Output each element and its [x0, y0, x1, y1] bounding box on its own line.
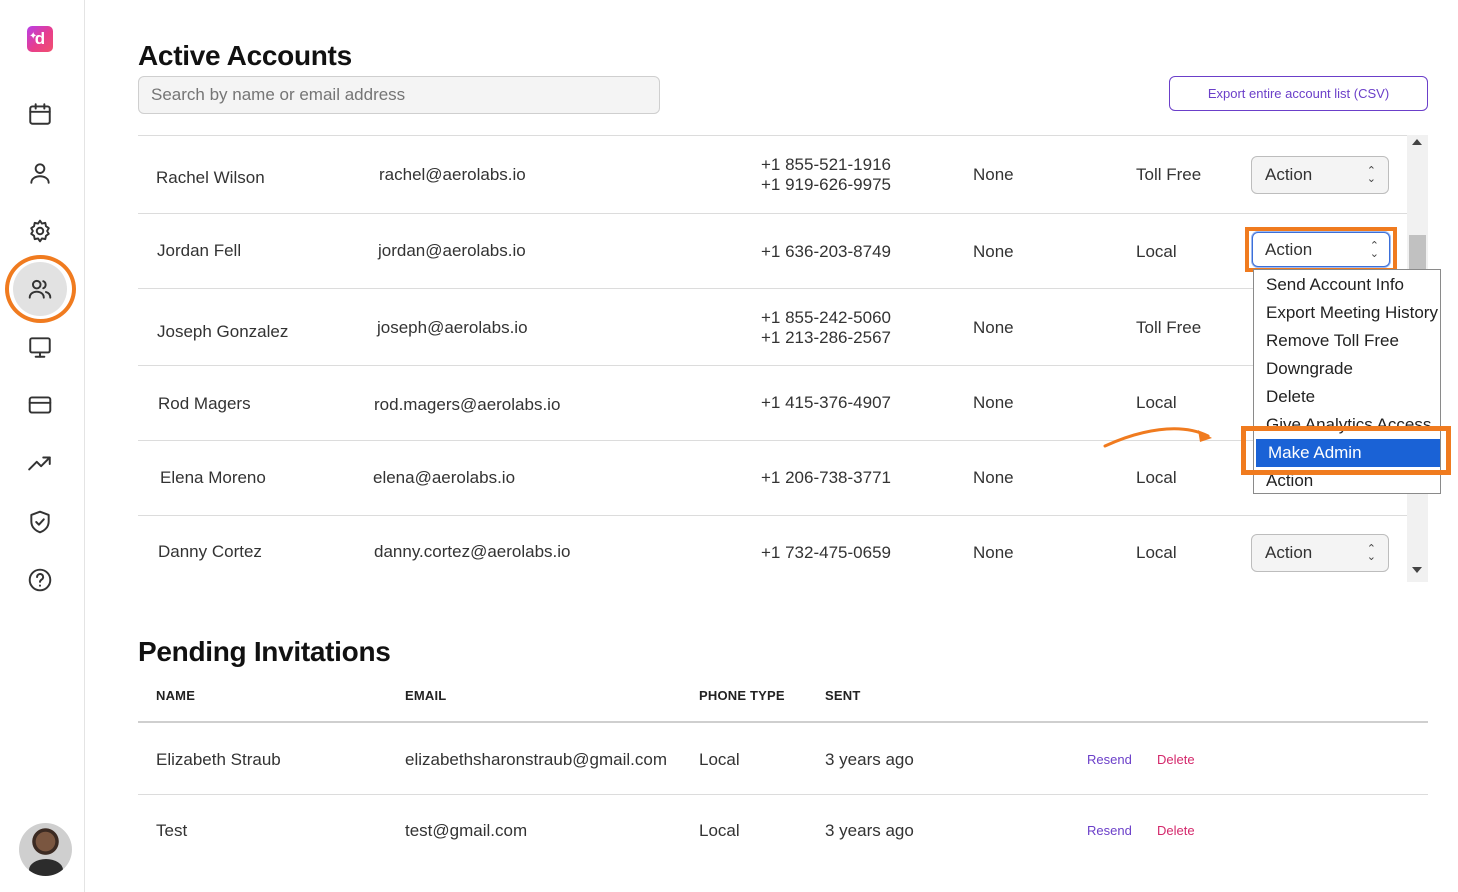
- phone-number: +1 855-242-5060: [761, 308, 891, 327]
- menu-item-remove-toll-free[interactable]: Remove Toll Free: [1254, 327, 1440, 355]
- column-header-phone-type: PHONE TYPE: [699, 688, 785, 703]
- header-divider: [138, 721, 1428, 723]
- account-phone-type: Local: [1136, 242, 1177, 261]
- table-row: Danny Cortez danny.cortez@aerolabs.io +1…: [138, 515, 1408, 582]
- annotation-arrow-icon: [1103, 427, 1212, 448]
- highlight-box-make-admin: [1241, 426, 1451, 475]
- delete-link[interactable]: Delete: [1157, 823, 1195, 838]
- account-name: Joseph Gonzalez: [157, 322, 289, 341]
- invite-name: Elizabeth Straub: [156, 750, 281, 769]
- invite-phone-type: Local: [699, 750, 740, 769]
- scroll-up-icon[interactable]: [1412, 139, 1422, 145]
- action-select-value: Action: [1265, 239, 1313, 259]
- app-logo[interactable]: ✦ d: [27, 26, 53, 52]
- page-title: Active Accounts: [138, 40, 352, 71]
- invite-sent: 3 years ago: [825, 750, 914, 769]
- search-input[interactable]: [138, 76, 660, 114]
- invite-sent: 3 years ago: [825, 821, 914, 840]
- accounts-table: Rachel Wilson rachel@aerolabs.io +1 855-…: [138, 135, 1408, 582]
- export-csv-button[interactable]: Export entire account list (CSV): [1169, 76, 1428, 111]
- menu-item-export-meeting-history[interactable]: Export Meeting History: [1254, 299, 1440, 327]
- invite-phone-type: Local: [699, 821, 740, 840]
- calendar-icon[interactable]: [26, 100, 54, 128]
- action-select[interactable]: Action ⌃ ⌄: [1251, 156, 1389, 194]
- account-phones: +1 855-242-5060 +1 213-286-2567: [761, 308, 891, 348]
- action-select[interactable]: Action ⌃ ⌄: [1251, 534, 1389, 572]
- table-row: Rachel Wilson rachel@aerolabs.io +1 855-…: [138, 135, 1408, 213]
- invite-email: elizabethsharonstraub@gmail.com: [405, 750, 667, 769]
- delete-link[interactable]: Delete: [1157, 752, 1195, 767]
- account-plan: None: [973, 393, 1014, 412]
- account-name: Rod Magers: [158, 394, 251, 413]
- action-select-open[interactable]: Action ⌃ ⌄: [1252, 232, 1390, 267]
- account-email: danny.cortez@aerolabs.io: [374, 542, 571, 561]
- phone-number: +1 919-626-9975: [761, 175, 891, 194]
- action-select-value: Action: [1265, 165, 1313, 184]
- select-arrows-icon: ⌃ ⌄: [1366, 165, 1376, 185]
- account-email: jordan@aerolabs.io: [378, 241, 526, 260]
- shield-check-icon[interactable]: [26, 508, 54, 536]
- resend-link[interactable]: Resend: [1087, 823, 1132, 838]
- phone-number: +1 636-203-8749: [761, 242, 891, 261]
- column-header-name: NAME: [156, 688, 196, 703]
- account-phone-type: Toll Free: [1136, 318, 1202, 337]
- account-phones: +1 855-521-1916 +1 919-626-9975: [761, 155, 891, 195]
- account-phone-type: Toll Free: [1136, 165, 1202, 184]
- scroll-down-icon[interactable]: [1412, 567, 1422, 573]
- account-email: joseph@aerolabs.io: [377, 318, 528, 337]
- column-header-sent: SENT: [825, 688, 861, 703]
- section-title-pending: Pending Invitations: [138, 636, 391, 667]
- account-email: rachel@aerolabs.io: [379, 165, 526, 184]
- phone-number: +1 415-376-4907: [761, 393, 891, 412]
- phone-number: +1 855-521-1916: [761, 155, 891, 174]
- select-arrows-icon: ⌃ ⌄: [1366, 543, 1376, 563]
- phone-number: +1 732-475-0659: [761, 543, 891, 562]
- account-plan: None: [973, 468, 1014, 487]
- help-circle-icon[interactable]: [26, 566, 54, 594]
- table-row: Joseph Gonzalez joseph@aerolabs.io +1 85…: [138, 288, 1408, 365]
- menu-item-downgrade[interactable]: Downgrade: [1254, 355, 1440, 383]
- action-select-value: Action: [1265, 543, 1313, 562]
- row-divider: [138, 794, 1428, 795]
- user-icon[interactable]: [26, 159, 54, 187]
- account-plan: None: [973, 165, 1014, 184]
- trending-up-icon[interactable]: [26, 450, 54, 478]
- phone-number: +1 206-738-3771: [761, 468, 891, 487]
- table-row: Jordan Fell jordan@aerolabs.io +1 636-20…: [138, 213, 1408, 288]
- menu-item-send-account-info[interactable]: Send Account Info: [1254, 271, 1440, 299]
- select-arrows-icon: ⌃ ⌄: [1369, 240, 1379, 260]
- account-plan: None: [973, 543, 1014, 562]
- credit-card-icon[interactable]: [26, 391, 54, 419]
- avatar[interactable]: [19, 823, 72, 876]
- column-header-email: EMAIL: [405, 688, 447, 703]
- account-phone-type: Local: [1136, 468, 1177, 487]
- account-plan: None: [973, 318, 1014, 337]
- account-name: Jordan Fell: [157, 241, 242, 260]
- account-name: Danny Cortez: [158, 542, 262, 561]
- account-plan: None: [973, 242, 1014, 261]
- monitor-icon[interactable]: [26, 333, 54, 361]
- invite-email: test@gmail.com: [405, 821, 528, 840]
- account-phone-type: Local: [1136, 393, 1177, 412]
- logo-spark: ✦: [29, 31, 38, 42]
- sidebar: ✦ d: [0, 0, 85, 892]
- gear-icon[interactable]: [26, 217, 54, 245]
- account-email: elena@aerolabs.io: [373, 468, 516, 487]
- account-phone-type: Local: [1136, 543, 1177, 562]
- account-email: rod.magers@aerolabs.io: [374, 395, 561, 414]
- phone-number: +1 213-286-2567: [761, 328, 891, 347]
- users-icon[interactable]: [26, 275, 54, 303]
- resend-link[interactable]: Resend: [1087, 752, 1132, 767]
- menu-item-delete[interactable]: Delete: [1254, 383, 1440, 411]
- invite-name: Test: [156, 821, 188, 840]
- account-name: Elena Moreno: [160, 468, 266, 487]
- account-name: Rachel Wilson: [156, 168, 265, 187]
